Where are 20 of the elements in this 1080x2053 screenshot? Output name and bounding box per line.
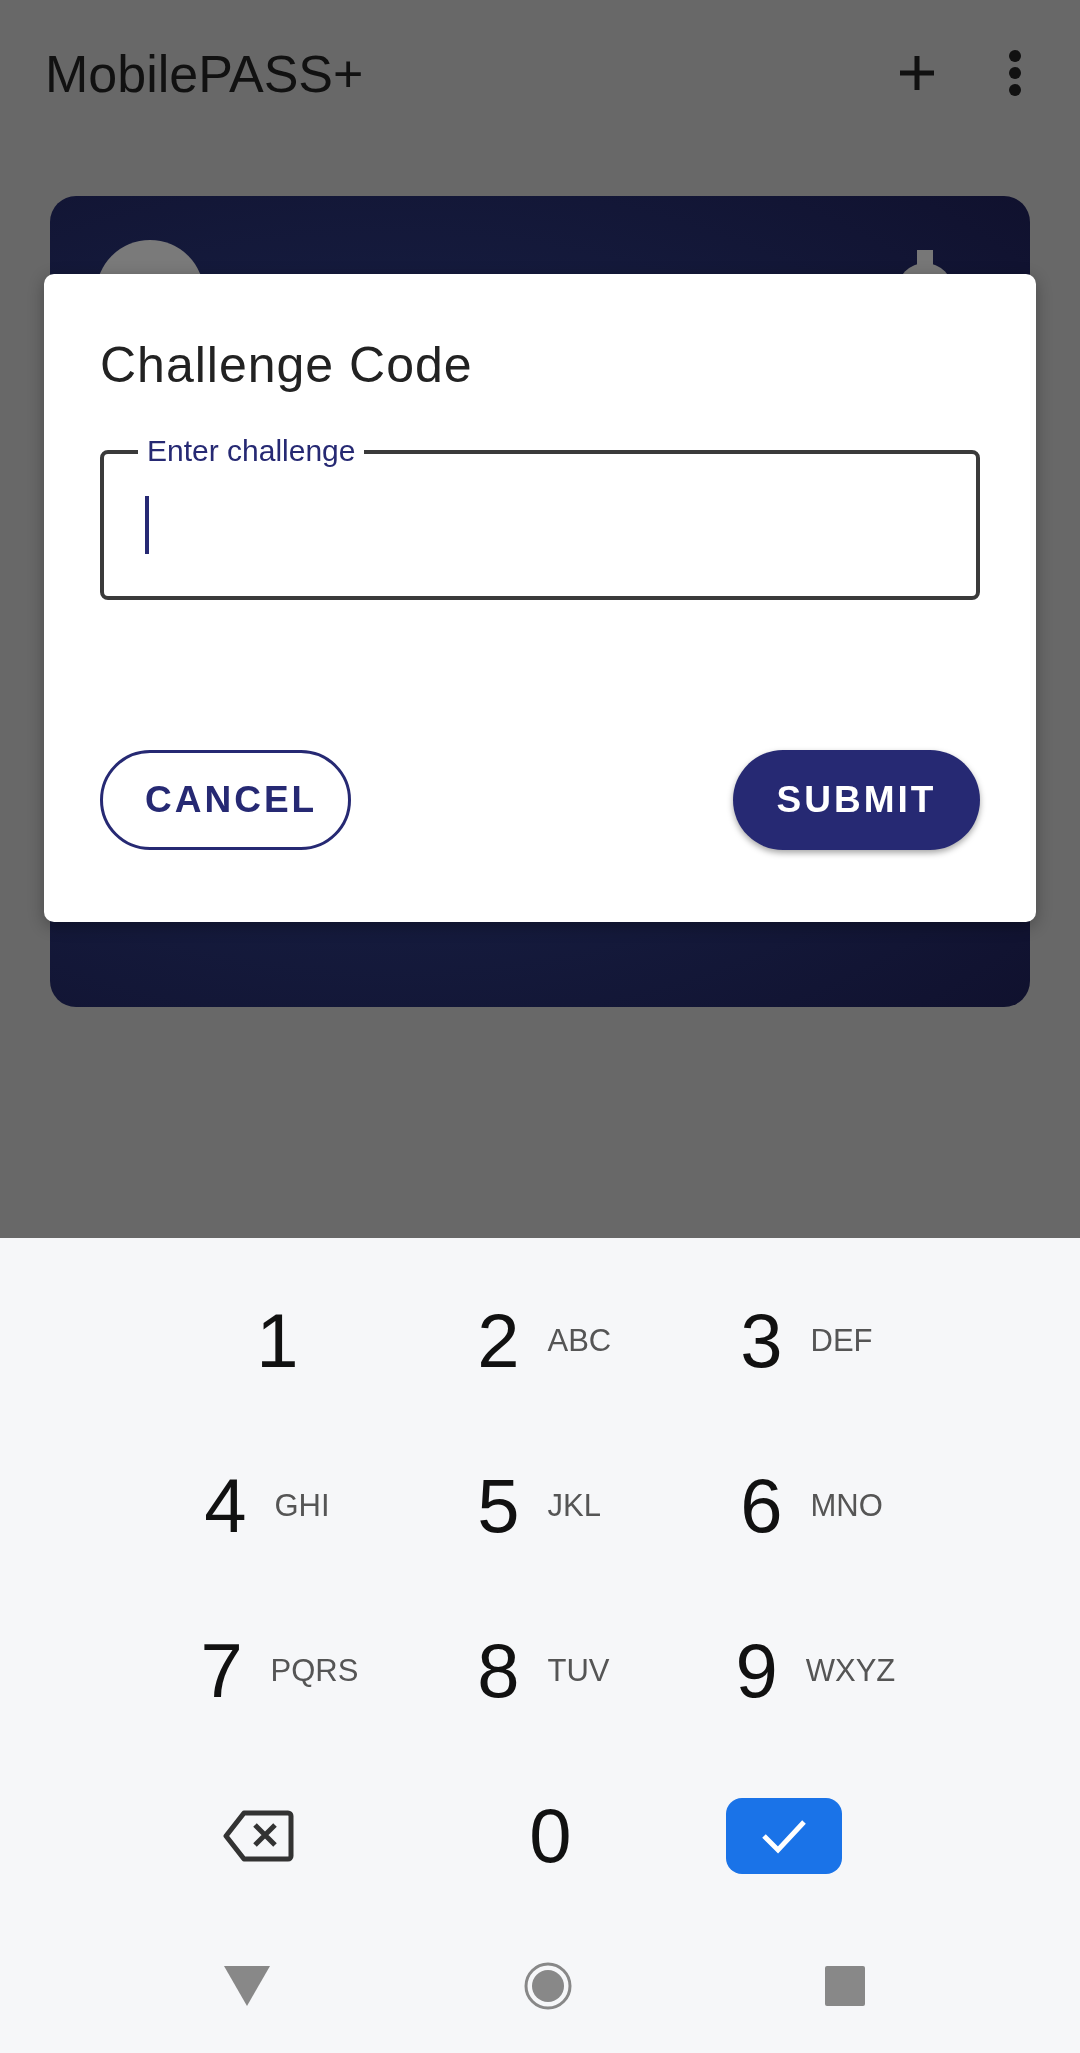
keypad-key[interactable]: 1 <box>252 1297 303 1384</box>
back-icon[interactable] <box>224 1965 270 2006</box>
keypad-key[interactable]: 5 JKL <box>473 1462 628 1549</box>
keypad-key[interactable]: 0 <box>525 1792 576 1879</box>
enter-key[interactable] <box>725 1797 842 1874</box>
keypad-key[interactable]: 3 DEF <box>736 1297 891 1384</box>
keypad-key[interactable]: 4 GHI <box>200 1462 355 1549</box>
more-options-icon[interactable] <box>1008 49 1022 96</box>
cancel-button[interactable]: CANCEL <box>100 750 351 850</box>
dialog-title: Challenge Code <box>100 336 474 394</box>
keypad-key[interactable]: 7 PQRS <box>196 1627 359 1714</box>
home-icon[interactable] <box>522 1960 573 2011</box>
keypad-key[interactable]: 9 WXYZ <box>731 1627 896 1714</box>
recents-icon[interactable] <box>825 1965 865 2006</box>
app-title: MobilePASS+ <box>45 43 364 104</box>
keypad-key[interactable]: 2 ABC <box>473 1297 628 1384</box>
keypad-key[interactable]: 8 TUV <box>473 1627 628 1714</box>
submit-button[interactable]: SUBMIT <box>733 750 980 850</box>
keypad-key[interactable]: 6 MNO <box>736 1462 891 1549</box>
backspace-icon[interactable] <box>221 1808 294 1863</box>
